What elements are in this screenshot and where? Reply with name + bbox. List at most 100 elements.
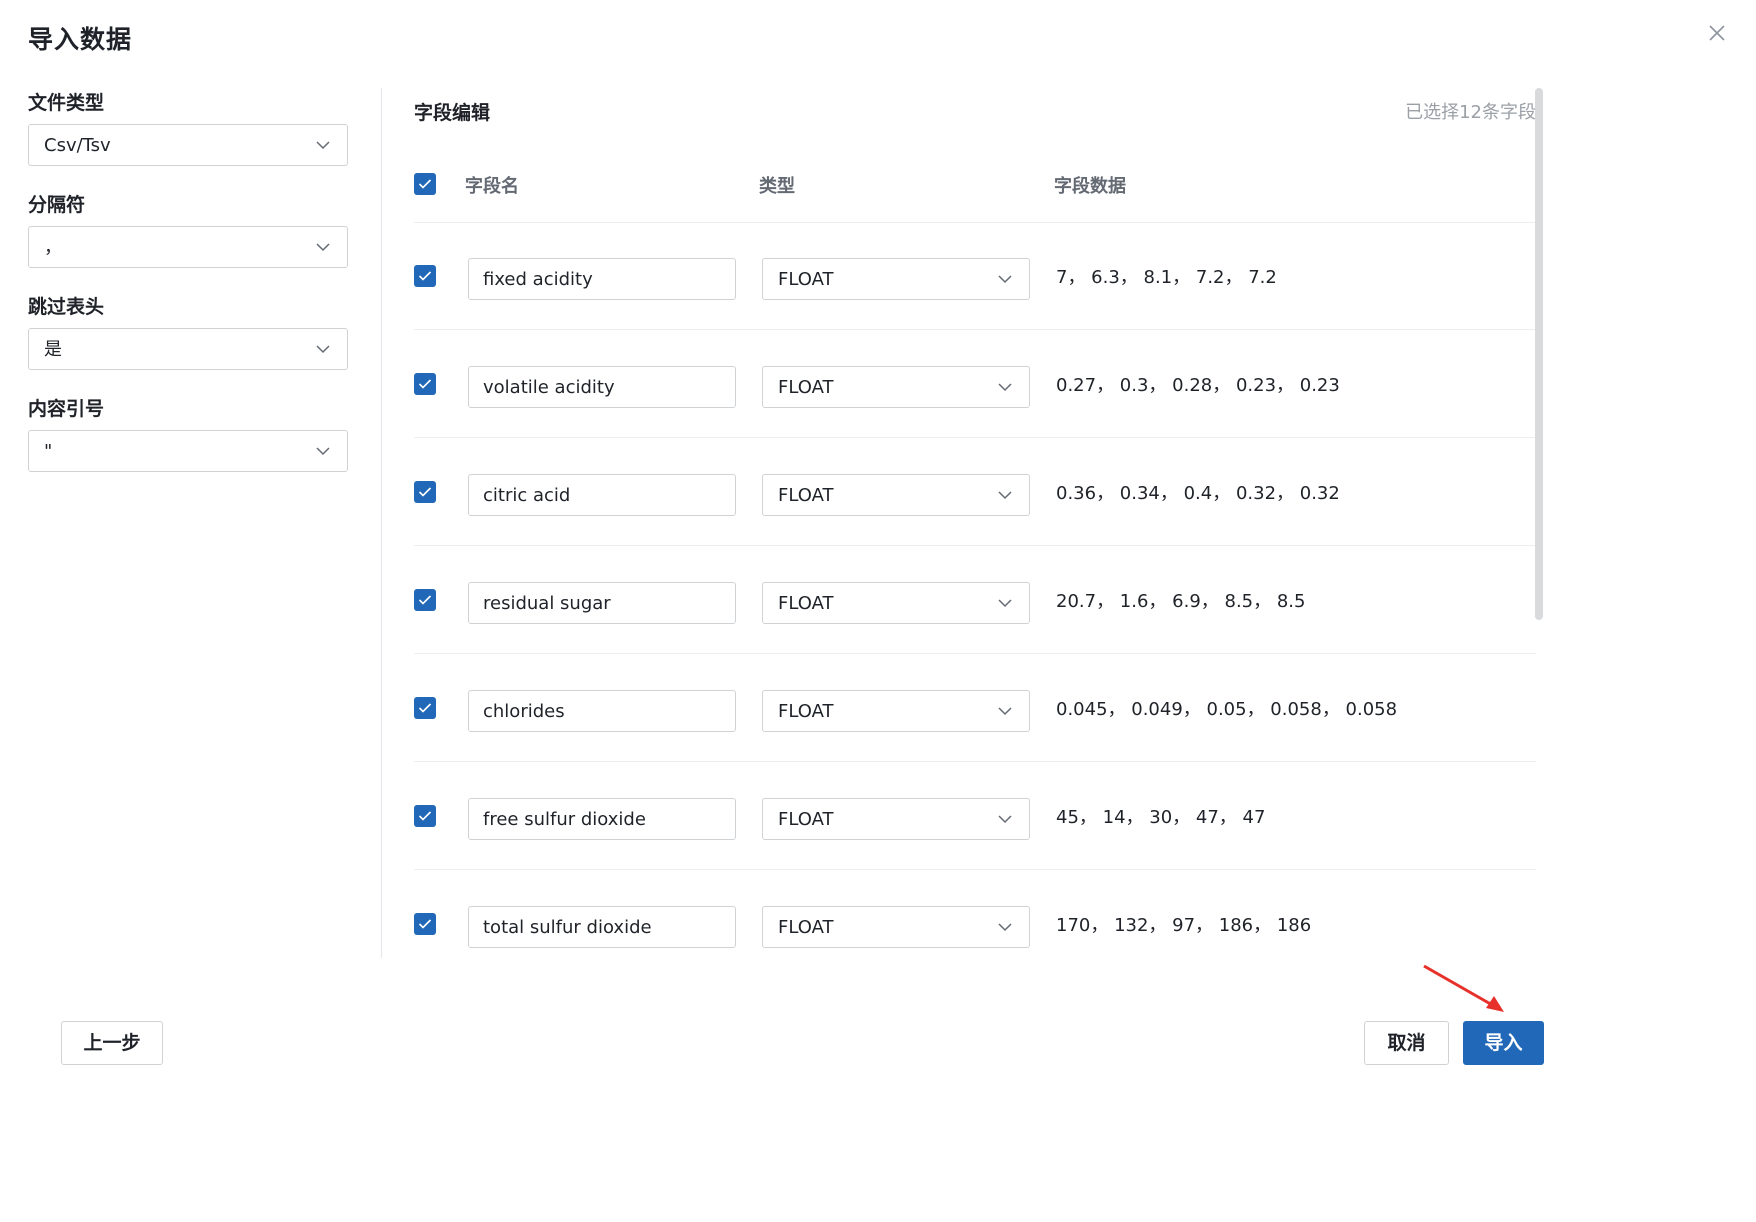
check-icon (418, 595, 432, 605)
field-name-box (468, 366, 736, 408)
previous-step-button[interactable]: 上一步 (61, 1021, 163, 1065)
field-sample-data: 20.7， 1.6， 6.9， 8.5， 8.5 (1056, 591, 1306, 612)
column-header-type: 类型 (759, 176, 795, 197)
field-name-input[interactable] (469, 799, 723, 839)
field-name-input[interactable] (469, 475, 723, 515)
field-name-input[interactable] (469, 907, 723, 947)
chevron-down-icon (998, 815, 1012, 824)
check-icon (418, 271, 432, 281)
chevron-down-icon (998, 707, 1012, 716)
field-sample-data: 0.27， 0.3， 0.28， 0.23， 0.23 (1056, 375, 1340, 396)
separator-value: ， (44, 237, 62, 258)
field-type-select[interactable]: FLOAT (762, 798, 1030, 840)
field-type-select[interactable]: FLOAT (762, 258, 1030, 300)
separator-group: 分隔符 ， (28, 190, 350, 268)
file-type-group: 文件类型 Csv/Tsv (28, 88, 350, 166)
file-type-select[interactable]: Csv/Tsv (28, 124, 348, 166)
field-sample-data: 45， 14， 30， 47， 47 (1056, 807, 1266, 828)
field-name-input[interactable] (469, 367, 723, 407)
column-header-name: 字段名 (465, 176, 519, 197)
field-checkbox[interactable] (414, 265, 436, 287)
import-data-dialog: 导入数据 文件类型 Csv/Tsv 分隔符 ， 跳过表头 是 内容引号 " 字段… (0, 0, 1756, 1222)
field-type-value: FLOAT (778, 593, 834, 614)
file-type-label: 文件类型 (28, 92, 105, 114)
cancel-button[interactable]: 取消 (1364, 1021, 1449, 1065)
check-icon (418, 379, 432, 389)
field-row: FLOAT 0.045， 0.049， 0.05， 0.058， 0.058 (414, 654, 1536, 762)
field-checkbox[interactable] (414, 373, 436, 395)
field-checkbox[interactable] (414, 913, 436, 935)
field-type-select[interactable]: FLOAT (762, 582, 1030, 624)
field-type-value: FLOAT (778, 917, 834, 938)
column-header-data: 字段数据 (1054, 176, 1126, 197)
chevron-down-icon (316, 141, 330, 150)
skip-header-value: 是 (44, 339, 62, 360)
check-icon (418, 811, 432, 821)
field-sample-data: 0.045， 0.049， 0.05， 0.058， 0.058 (1056, 699, 1398, 720)
field-type-select[interactable]: FLOAT (762, 906, 1030, 948)
field-name-input[interactable] (469, 691, 723, 731)
chevron-down-icon (316, 345, 330, 354)
import-button[interactable]: 导入 (1463, 1021, 1544, 1065)
check-icon (418, 179, 432, 189)
field-row: FLOAT 170， 132， 97， 186， 186 (414, 870, 1536, 958)
field-type-select[interactable]: FLOAT (762, 366, 1030, 408)
panel-divider (381, 88, 382, 958)
quote-group: 内容引号 " (28, 394, 350, 472)
separator-select[interactable]: ， (28, 226, 348, 268)
selected-count: 已选择12条字段 (1405, 102, 1536, 123)
field-rows: FLOAT 7， 6.3， 8.1， 7.2， 7.2 FLOAT 0.27， … (414, 222, 1536, 958)
field-checkbox[interactable] (414, 697, 436, 719)
field-table-header: 字段名 类型 字段数据 (414, 158, 1536, 223)
field-type-select[interactable]: FLOAT (762, 474, 1030, 516)
file-type-value: Csv/Tsv (44, 135, 111, 156)
annotation-arrow-icon (1423, 964, 1504, 1012)
quote-value: " (44, 441, 53, 462)
separator-label: 分隔符 (28, 194, 86, 216)
field-sample-data: 0.36， 0.34， 0.4， 0.32， 0.32 (1056, 483, 1340, 504)
field-checkbox[interactable] (414, 481, 436, 503)
field-row: FLOAT 0.36， 0.34， 0.4， 0.32， 0.32 (414, 438, 1536, 546)
chevron-down-icon (316, 243, 330, 252)
check-icon (418, 487, 432, 497)
field-name-box (468, 798, 736, 840)
dialog-title: 导入数据 (28, 25, 133, 54)
quote-label: 内容引号 (28, 398, 105, 420)
field-type-value: FLOAT (778, 377, 834, 398)
check-icon (418, 703, 432, 713)
field-name-input[interactable] (469, 583, 723, 623)
select-all-checkbox[interactable] (414, 173, 436, 195)
chevron-down-icon (998, 491, 1012, 500)
field-row: FLOAT 20.7， 1.6， 6.9， 8.5， 8.5 (414, 546, 1536, 654)
field-list-scrollbar[interactable] (1535, 88, 1543, 620)
field-name-input[interactable] (469, 259, 723, 299)
field-row: FLOAT 0.27， 0.3， 0.28， 0.23， 0.23 (414, 330, 1536, 438)
quote-select[interactable]: " (28, 430, 348, 472)
chevron-down-icon (998, 599, 1012, 608)
field-name-box (468, 258, 736, 300)
field-editor-title: 字段编辑 (414, 102, 491, 124)
skip-header-select[interactable]: 是 (28, 328, 348, 370)
field-row: FLOAT 7， 6.3， 8.1， 7.2， 7.2 (414, 222, 1536, 330)
import-settings-panel: 文件类型 Csv/Tsv 分隔符 ， 跳过表头 是 内容引号 " (28, 88, 350, 496)
field-type-select[interactable]: FLOAT (762, 690, 1030, 732)
chevron-down-icon (998, 275, 1012, 284)
field-type-value: FLOAT (778, 701, 834, 722)
field-checkbox[interactable] (414, 589, 436, 611)
skip-header-group: 跳过表头 是 (28, 292, 350, 370)
field-checkbox[interactable] (414, 805, 436, 827)
chevron-down-icon (998, 923, 1012, 932)
field-sample-data: 7， 6.3， 8.1， 7.2， 7.2 (1056, 267, 1277, 288)
field-editor-panel: 字段编辑 已选择12条字段 字段名 类型 字段数据 FLOAT 7， 6.3， … (414, 88, 1536, 958)
field-name-box (468, 582, 736, 624)
field-type-value: FLOAT (778, 485, 834, 506)
field-type-value: FLOAT (778, 269, 834, 290)
field-type-value: FLOAT (778, 809, 834, 830)
chevron-down-icon (998, 383, 1012, 392)
field-sample-data: 170， 132， 97， 186， 186 (1056, 915, 1312, 936)
skip-header-label: 跳过表头 (28, 296, 105, 318)
close-icon[interactable] (1706, 22, 1728, 44)
field-name-box (468, 690, 736, 732)
field-name-box (468, 474, 736, 516)
check-icon (418, 919, 432, 929)
